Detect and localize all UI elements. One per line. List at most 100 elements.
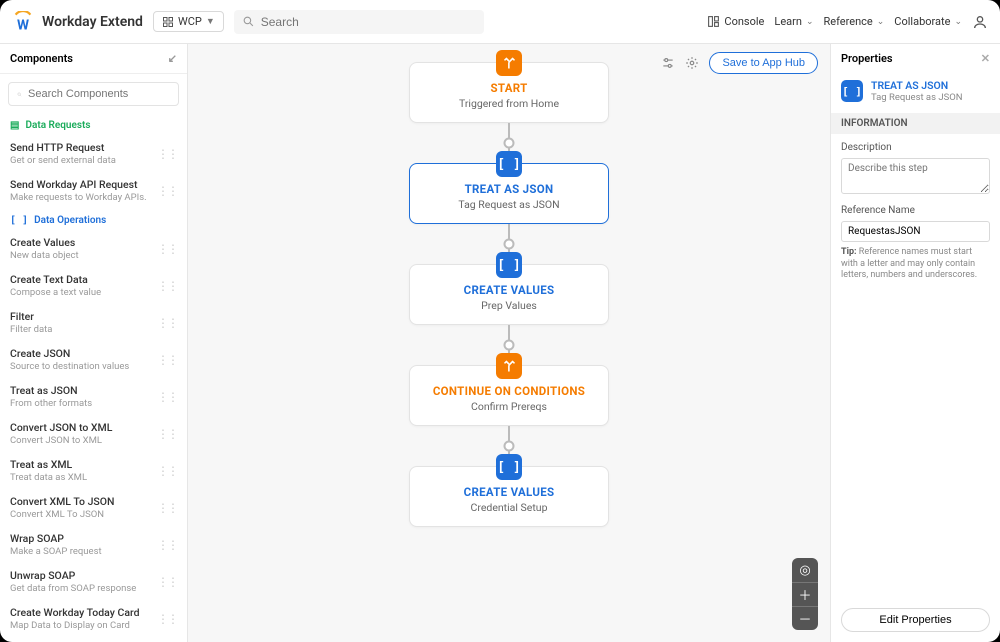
collapse-icon[interactable]: ↙ xyxy=(168,52,177,65)
brand: W Workday Extend xyxy=(12,11,143,33)
drag-handle-icon[interactable]: ⋮⋮ xyxy=(157,612,177,626)
component-title: Create JSON xyxy=(10,347,157,360)
components-sidebar: Components ↙ ▤ Data Requests Send HTTP R… xyxy=(0,44,188,642)
drag-handle-icon[interactable]: ⋮⋮ xyxy=(157,464,177,478)
component-item[interactable]: Send HTTP Request Get or send external d… xyxy=(0,135,187,172)
reference-name-input[interactable] xyxy=(841,221,990,242)
component-title: Create Text Data xyxy=(10,273,157,286)
top-bar: W Workday Extend WCP ▼ Console Learn⌄ Re… xyxy=(0,0,1000,44)
global-search[interactable] xyxy=(234,10,484,34)
flow-node[interactable]: [ ] CREATE VALUES Credential Setup xyxy=(409,466,609,527)
drag-handle-icon[interactable]: ⋮⋮ xyxy=(157,390,177,404)
component-title: Treat as JSON xyxy=(10,384,157,397)
component-item[interactable]: Wrap SOAP Make a SOAP request ⋮⋮ xyxy=(0,526,187,563)
chevron-down-icon: ⌄ xyxy=(806,17,814,27)
close-icon[interactable]: ✕ xyxy=(981,52,990,65)
node-title: CREATE VALUES xyxy=(422,485,596,499)
node-title: START xyxy=(422,81,596,95)
node-title: CREATE VALUES xyxy=(422,283,596,297)
reference-tip: Tip: Reference names must start with a l… xyxy=(841,247,990,282)
zoom-target-button[interactable]: ◎ xyxy=(792,558,818,582)
menu-reference[interactable]: Reference⌄ xyxy=(823,15,884,28)
branch-icon xyxy=(496,50,522,76)
component-item[interactable]: Create Text Data Compose a text value ⋮⋮ xyxy=(0,267,187,304)
user-icon xyxy=(972,14,988,30)
chevron-down-icon: ⌄ xyxy=(877,17,885,27)
component-desc: Compose a text value xyxy=(10,287,157,298)
properties-title: Properties xyxy=(841,52,893,65)
component-title: Unwrap SOAP xyxy=(10,569,157,582)
search-icon xyxy=(17,89,22,100)
component-item[interactable]: Create JSON Source to destination values… xyxy=(0,341,187,378)
flow-node[interactable]: CONTINUE ON CONDITIONS Confirm Prereqs xyxy=(409,365,609,426)
component-title: Send HTTP Request xyxy=(10,141,157,154)
settings-sliders-icon[interactable] xyxy=(661,56,675,70)
component-item[interactable]: Treat as JSON From other formats ⋮⋮ xyxy=(0,378,187,415)
wcp-selector[interactable]: WCP ▼ xyxy=(153,11,224,32)
save-to-app-hub-button[interactable]: Save to App Hub xyxy=(709,52,818,74)
properties-panel: Properties ✕ [ ] TREAT AS JSON Tag Reque… xyxy=(830,44,1000,642)
drag-handle-icon[interactable]: ⋮⋮ xyxy=(157,353,177,367)
component-desc: Source to destination values xyxy=(10,361,157,372)
drag-handle-icon[interactable]: ⋮⋮ xyxy=(157,184,177,198)
zoom-out-button[interactable]: － xyxy=(792,606,818,630)
component-title: Send Workday API Request xyxy=(10,178,157,191)
component-desc: Filter data xyxy=(10,324,157,335)
component-title: Wrap SOAP xyxy=(10,532,157,545)
component-title: Create Workday Today Card xyxy=(10,606,157,619)
drag-handle-icon[interactable]: ⋮⋮ xyxy=(157,316,177,330)
flow-node[interactable]: START Triggered from Home xyxy=(409,62,609,123)
component-desc: Treat data as XML xyxy=(10,472,157,483)
drag-handle-icon[interactable]: ⋮⋮ xyxy=(157,242,177,256)
flow-node[interactable]: [ ] CREATE VALUES Prep Values xyxy=(409,264,609,325)
component-item[interactable]: Convert JSON to XML Convert JSON to XML … xyxy=(0,415,187,452)
description-textarea[interactable] xyxy=(841,158,990,194)
component-desc: Map Data to Display on Card xyxy=(10,620,157,631)
gear-icon[interactable] xyxy=(685,56,699,70)
edit-properties-button[interactable]: Edit Properties xyxy=(841,608,990,632)
wcp-label: WCP xyxy=(178,15,202,28)
component-item[interactable]: Convert XML To JSON Convert XML To JSON … xyxy=(0,489,187,526)
zoom-in-button[interactable]: ＋ xyxy=(792,582,818,606)
user-menu[interactable] xyxy=(972,14,988,30)
workday-logo-icon: W xyxy=(12,11,34,33)
data-requests-section[interactable]: ▤ Data Requests xyxy=(0,114,187,135)
component-item[interactable]: Filter Filter data ⋮⋮ xyxy=(0,304,187,341)
menu-learn[interactable]: Learn⌄ xyxy=(774,15,813,28)
drag-handle-icon[interactable]: ⋮⋮ xyxy=(157,427,177,441)
component-item[interactable]: Create Values New data object ⋮⋮ xyxy=(0,230,187,267)
flow-node[interactable]: [ ] TREAT AS JSON Tag Request as JSON xyxy=(409,163,609,224)
flow-canvas[interactable]: Save to App Hub START Triggered from Hom… xyxy=(188,44,830,642)
sidebar-search[interactable] xyxy=(8,82,179,106)
drag-handle-icon[interactable]: ⋮⋮ xyxy=(157,538,177,552)
drag-handle-icon[interactable]: ⋮⋮ xyxy=(157,279,177,293)
component-desc: Get data from SOAP response xyxy=(10,583,157,594)
description-label: Description xyxy=(841,142,990,153)
component-item[interactable]: Treat as XML Treat data as XML ⋮⋮ xyxy=(0,452,187,489)
component-item[interactable]: Send Workday API Request Make requests t… xyxy=(0,172,187,209)
menu-collaborate[interactable]: Collaborate⌄ xyxy=(894,15,962,28)
brackets-icon: [ ] xyxy=(841,80,863,102)
drag-handle-icon[interactable]: ⋮⋮ xyxy=(157,575,177,589)
data-operations-section[interactable]: [ ] Data Operations xyxy=(0,209,187,230)
node-subtitle: Tag Request as JSON xyxy=(422,198,596,211)
selected-node-subtitle: Tag Request as JSON xyxy=(871,92,963,103)
component-desc: New data object xyxy=(10,250,157,261)
node-title: TREAT AS JSON xyxy=(422,182,596,196)
global-search-input[interactable] xyxy=(261,15,476,29)
component-desc: Make a SOAP request xyxy=(10,546,157,557)
component-title: Create Values xyxy=(10,236,157,249)
component-desc: From other formats xyxy=(10,398,157,409)
component-desc: Convert XML To JSON xyxy=(10,509,157,520)
chevron-down-icon: ⌄ xyxy=(954,17,962,27)
svg-text:W: W xyxy=(17,17,29,33)
drag-handle-icon[interactable]: ⋮⋮ xyxy=(157,147,177,161)
console-link[interactable]: Console xyxy=(707,15,764,28)
sidebar-search-input[interactable] xyxy=(28,88,170,100)
drag-handle-icon[interactable]: ⋮⋮ xyxy=(157,501,177,515)
component-item[interactable]: Unwrap SOAP Get data from SOAP response … xyxy=(0,563,187,600)
brand-title: Workday Extend xyxy=(42,14,143,30)
component-item[interactable]: Create Workday Today Card Map Data to Di… xyxy=(0,600,187,637)
component-title: Filter xyxy=(10,310,157,323)
component-desc: Convert JSON to XML xyxy=(10,435,157,446)
